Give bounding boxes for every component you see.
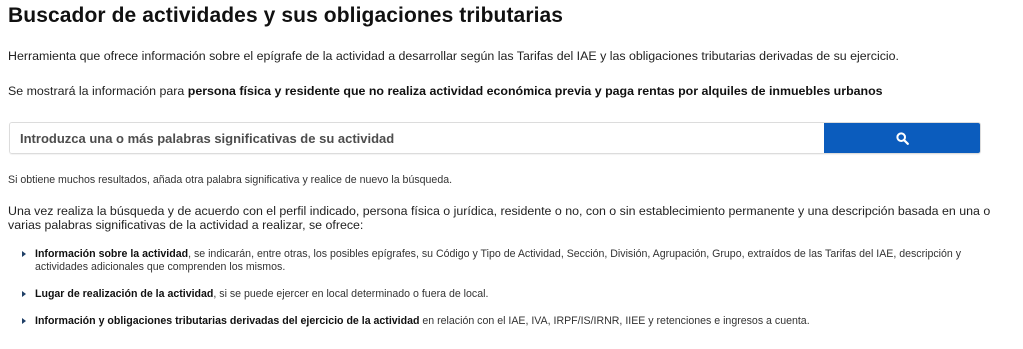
search-box: [9, 122, 981, 154]
page: Buscador de actividades y sus obligacion…: [0, 0, 1023, 349]
list-item-text: , si se puede ejercer en local determina…: [213, 288, 489, 300]
list-item-title: Información sobre la actividad: [35, 248, 189, 260]
bullet-arrow-icon: [22, 291, 26, 297]
search-icon: [895, 131, 909, 145]
description-text: Una vez realiza la búsqueda y de acuerdo…: [8, 204, 991, 232]
bullet-arrow-icon: [22, 318, 26, 324]
intro-text: Herramienta que ofrece información sobre…: [8, 49, 899, 63]
list-item-title: Información y obligaciones tributarias d…: [35, 315, 420, 327]
page-title: Buscador de actividades y sus obligacion…: [8, 4, 564, 27]
search-button[interactable]: [824, 123, 980, 153]
list-item-text: en relación con el IAE, IVA, IRPF/IS/IRN…: [419, 315, 810, 327]
search-hint: Si obtiene muchos resultados, añada otra…: [8, 174, 453, 186]
profile-description: persona física y residente que no realiz…: [187, 84, 883, 98]
bullet-arrow-icon: [22, 251, 26, 257]
list-item: Información sobre la actividad, se indic…: [22, 248, 982, 274]
list-item: Información y obligaciones tributarias d…: [22, 315, 982, 328]
list-item: Lugar de realización de la actividad, si…: [22, 288, 982, 301]
profile-prefix: Se mostrará la información para: [8, 84, 188, 98]
list-item-title: Lugar de realización de la actividad: [35, 288, 214, 300]
profile-info: Se mostrará la información para persona …: [8, 84, 883, 98]
search-input[interactable]: [10, 123, 824, 153]
